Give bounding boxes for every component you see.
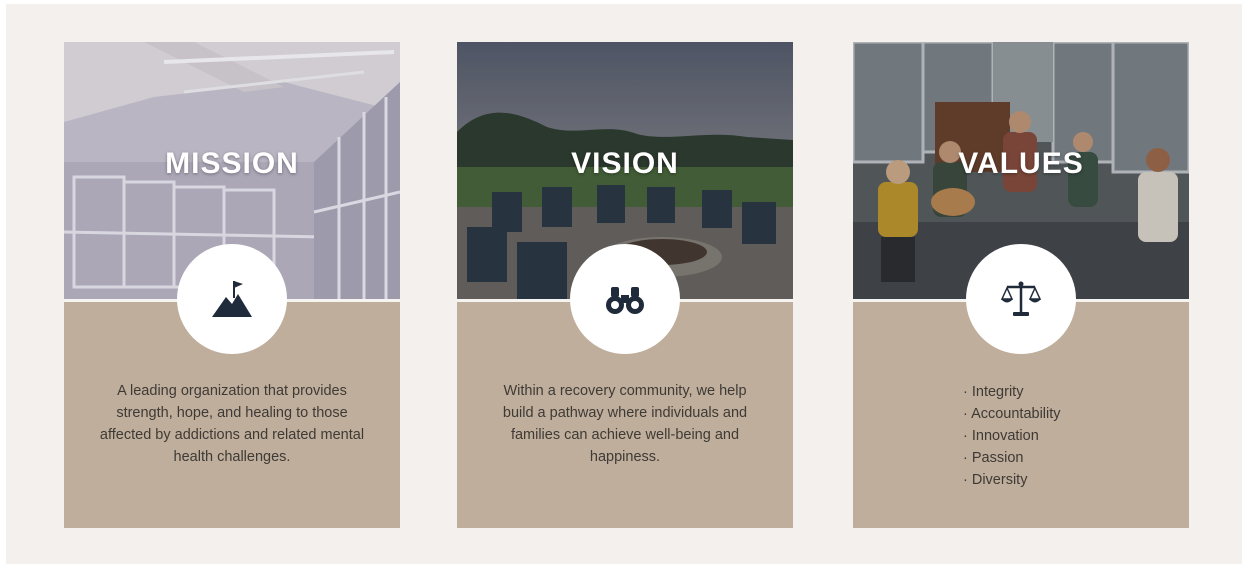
vision-title: VISION xyxy=(571,147,679,180)
vision-card: VISION Within a recovery community, we h… xyxy=(457,42,793,528)
values-list-item: Passion xyxy=(963,447,1061,469)
page-background: MISSION A leading organization that prov… xyxy=(6,4,1242,564)
values-list-item: Diversity xyxy=(963,469,1061,491)
mountain-flag-icon xyxy=(212,281,252,317)
mission-badge xyxy=(177,244,287,354)
values-list-item: Integrity xyxy=(963,381,1061,403)
vision-badge xyxy=(570,244,680,354)
values-list-item: Innovation xyxy=(963,425,1061,447)
values-list: Integrity Accountability Innovation Pass… xyxy=(963,381,1061,491)
mission-text: A leading organization that provides str… xyxy=(99,383,365,465)
binoculars-icon xyxy=(606,287,644,314)
scales-icon xyxy=(1000,281,1042,316)
values-card: VALUES Integrity Accountability Innovati… xyxy=(853,42,1189,528)
values-title: VALUES xyxy=(958,147,1084,180)
vision-text: Within a recovery community, we help bui… xyxy=(502,383,748,465)
values-list-item: Accountability xyxy=(963,403,1060,425)
values-badge xyxy=(966,244,1076,354)
mission-card: MISSION A leading organization that prov… xyxy=(64,42,400,528)
mission-title: MISSION xyxy=(165,147,299,180)
